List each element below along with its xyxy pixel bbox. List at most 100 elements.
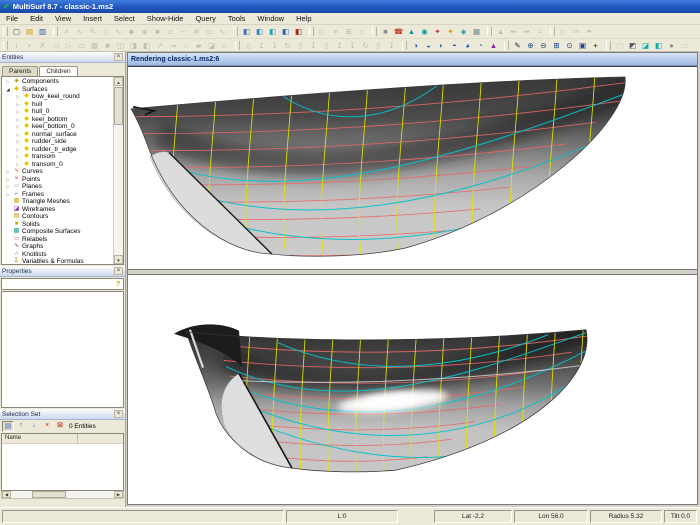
mass-properties-icon[interactable]: ✦ <box>431 26 444 37</box>
sphere-shade-icon[interactable]: ● <box>665 40 678 51</box>
expander-icon[interactable]: ▷ <box>14 108 22 116</box>
sketch-icon[interactable]: ✎ <box>511 40 524 51</box>
tab-children[interactable]: Children <box>39 66 77 76</box>
view-front-icon[interactable]: ◑ <box>409 40 422 51</box>
tree-item-wireframes[interactable]: ◪Wireframes <box>2 206 114 214</box>
tree-item-planes[interactable]: ▷▱Planes <box>2 183 114 191</box>
view-top-icon[interactable]: ◕ <box>461 40 474 51</box>
expander-icon[interactable]: ▷ <box>14 161 22 169</box>
wireframe-window-icon[interactable]: ◧ <box>253 26 266 37</box>
scrollbar-thumb[interactable] <box>114 87 123 125</box>
tree-item-components[interactable]: ▷◈Components <box>2 78 114 86</box>
expander-icon[interactable]: ▷ <box>14 116 22 124</box>
scroll-right-icon[interactable]: ▶ <box>114 491 123 498</box>
entities-scrollbar[interactable]: ▲ ▼ <box>113 77 123 264</box>
save-file-icon[interactable]: ▥ <box>36 26 49 37</box>
scroll-left-icon[interactable]: ◀ <box>2 491 11 498</box>
properties-help-icon[interactable]: ? <box>113 281 123 288</box>
render-window-title-bar[interactable]: Rendering classic-1.ms2:6 <box>128 53 697 66</box>
close-icon[interactable]: × <box>114 410 123 418</box>
expander-icon[interactable]: ▷ <box>14 138 22 146</box>
pan-icon[interactable]: + <box>589 40 602 51</box>
expander-icon[interactable]: ▷ <box>4 78 12 86</box>
clear-set-icon[interactable]: ⊠ <box>54 421 66 432</box>
render-viewport-top[interactable] <box>128 66 697 269</box>
expander-icon[interactable]: ▷ <box>14 93 22 101</box>
tab-parents[interactable]: Parents <box>2 66 38 76</box>
tree-item-relabels[interactable]: ▭Relabels <box>2 236 114 244</box>
menu-show-hide[interactable]: Show-Hide <box>141 14 190 23</box>
tree-item-hull[interactable]: ▷◆hull <box>2 101 114 109</box>
new-view-window-icon[interactable]: ◧ <box>240 26 253 37</box>
open-file-icon[interactable]: ▤ <box>23 26 36 37</box>
expander-icon[interactable]: ▷ <box>4 183 12 191</box>
view-left-icon[interactable]: ◐ <box>435 40 448 51</box>
scrollbar-thumb[interactable] <box>32 491 66 498</box>
expander-icon[interactable]: ▷ <box>4 191 12 199</box>
menu-view[interactable]: View <box>49 14 77 23</box>
zoom-in-icon[interactable]: ⊕ <box>524 40 537 51</box>
zoom-window-icon[interactable]: ⊞ <box>550 40 563 51</box>
shaded-mode-icon[interactable]: ◪ <box>639 40 652 51</box>
tree-item-surfaces[interactable]: ◢◆Surfaces <box>2 86 114 94</box>
expander-icon[interactable]: ▷ <box>14 131 22 139</box>
hidden-line-mode-icon[interactable]: ◩ <box>626 40 639 51</box>
expander-icon[interactable]: ▷ <box>4 168 12 176</box>
check-model-icon[interactable]: ☎ <box>392 26 405 37</box>
column-header-name[interactable]: Name <box>2 434 78 443</box>
measure-icon[interactable]: ■ <box>379 26 392 37</box>
zoom-previous-icon[interactable]: ⊙ <box>563 40 576 51</box>
expander-icon[interactable]: ▷ <box>14 101 22 109</box>
properties-field[interactable]: ? <box>1 278 124 290</box>
query-point-icon[interactable]: ▲ <box>405 26 418 37</box>
close-icon[interactable]: × <box>114 53 123 61</box>
expander-icon[interactable]: ◢ <box>4 86 12 94</box>
view-bottom-icon[interactable]: ◔ <box>474 40 487 51</box>
tree-item-keel-bottom-0[interactable]: ▷◆keel_bottom_0 <box>2 123 114 131</box>
menu-query[interactable]: Query <box>189 14 221 23</box>
expander-icon[interactable]: ▷ <box>14 146 22 154</box>
expander-icon[interactable]: ▷ <box>14 123 22 131</box>
tree-item-rudder-tr-edge[interactable]: ▷◆rudder_tr_edge <box>2 146 114 154</box>
scroll-down-icon[interactable]: ▼ <box>114 255 123 264</box>
menu-insert[interactable]: Insert <box>77 14 108 23</box>
menu-edit[interactable]: Edit <box>24 14 49 23</box>
scroll-up-icon[interactable]: ▲ <box>114 77 123 86</box>
tree-item-normal-surface[interactable]: ▷◆normal_surface <box>2 131 114 139</box>
tree-item-transom-0[interactable]: ▷◆transom_0 <box>2 161 114 169</box>
tree-item-composite-surfaces[interactable]: ▩Composite Surfaces <box>2 228 114 236</box>
menu-window[interactable]: Window <box>251 14 290 23</box>
query-curve-icon[interactable]: ◉ <box>418 26 431 37</box>
render-window-icon[interactable]: ◧ <box>266 26 279 37</box>
tree-item-bow-keel-round[interactable]: ▷◆bow_keel_round <box>2 93 114 101</box>
tree-item-graphs[interactable]: ∿Graphs <box>2 243 114 251</box>
view-back-icon[interactable]: ◒ <box>422 40 435 51</box>
text-window-icon[interactable]: ◧ <box>292 26 305 37</box>
column-header-extra[interactable] <box>78 434 81 443</box>
menu-tools[interactable]: Tools <box>222 14 252 23</box>
new-file-icon[interactable]: ▢ <box>10 26 23 37</box>
view-perspective-icon[interactable]: ▲ <box>487 40 500 51</box>
tree-item-transom[interactable]: ▷◆transom <box>2 153 114 161</box>
menu-select[interactable]: Select <box>108 14 141 23</box>
move-down-icon[interactable]: ↓ <box>28 421 40 432</box>
move-up-icon[interactable]: ↑ <box>15 421 27 432</box>
render-viewport-bottom[interactable] <box>128 275 697 504</box>
hydrostatics-icon[interactable]: ✦ <box>444 26 457 37</box>
remove-entity-icon[interactable]: × <box>41 421 53 432</box>
menu-help[interactable]: Help <box>290 14 317 23</box>
plan-window-icon[interactable]: ◧ <box>279 26 292 37</box>
tree-item-curves[interactable]: ▷∿Curves <box>2 168 114 176</box>
zoom-extents-icon[interactable]: ▣ <box>576 40 589 51</box>
tree-item-keel-bottom[interactable]: ▷◆keel_bottom <box>2 116 114 124</box>
columns-icon[interactable]: ▤ <box>2 421 14 432</box>
tree-item-hull-0[interactable]: ▷◆hull_0 <box>2 108 114 116</box>
tree-item-knotlists[interactable]: ∴Knotlists <box>2 251 114 259</box>
zoom-out-icon[interactable]: ⊖ <box>537 40 550 51</box>
offsets-icon[interactable]: ▦ <box>470 26 483 37</box>
clearances-icon[interactable]: ◈ <box>457 26 470 37</box>
tree-item-rudder-side[interactable]: ▷◆rudder_side <box>2 138 114 146</box>
expander-icon[interactable]: ▷ <box>4 176 12 184</box>
close-icon[interactable]: × <box>114 267 123 275</box>
menu-file[interactable]: File <box>0 14 24 23</box>
